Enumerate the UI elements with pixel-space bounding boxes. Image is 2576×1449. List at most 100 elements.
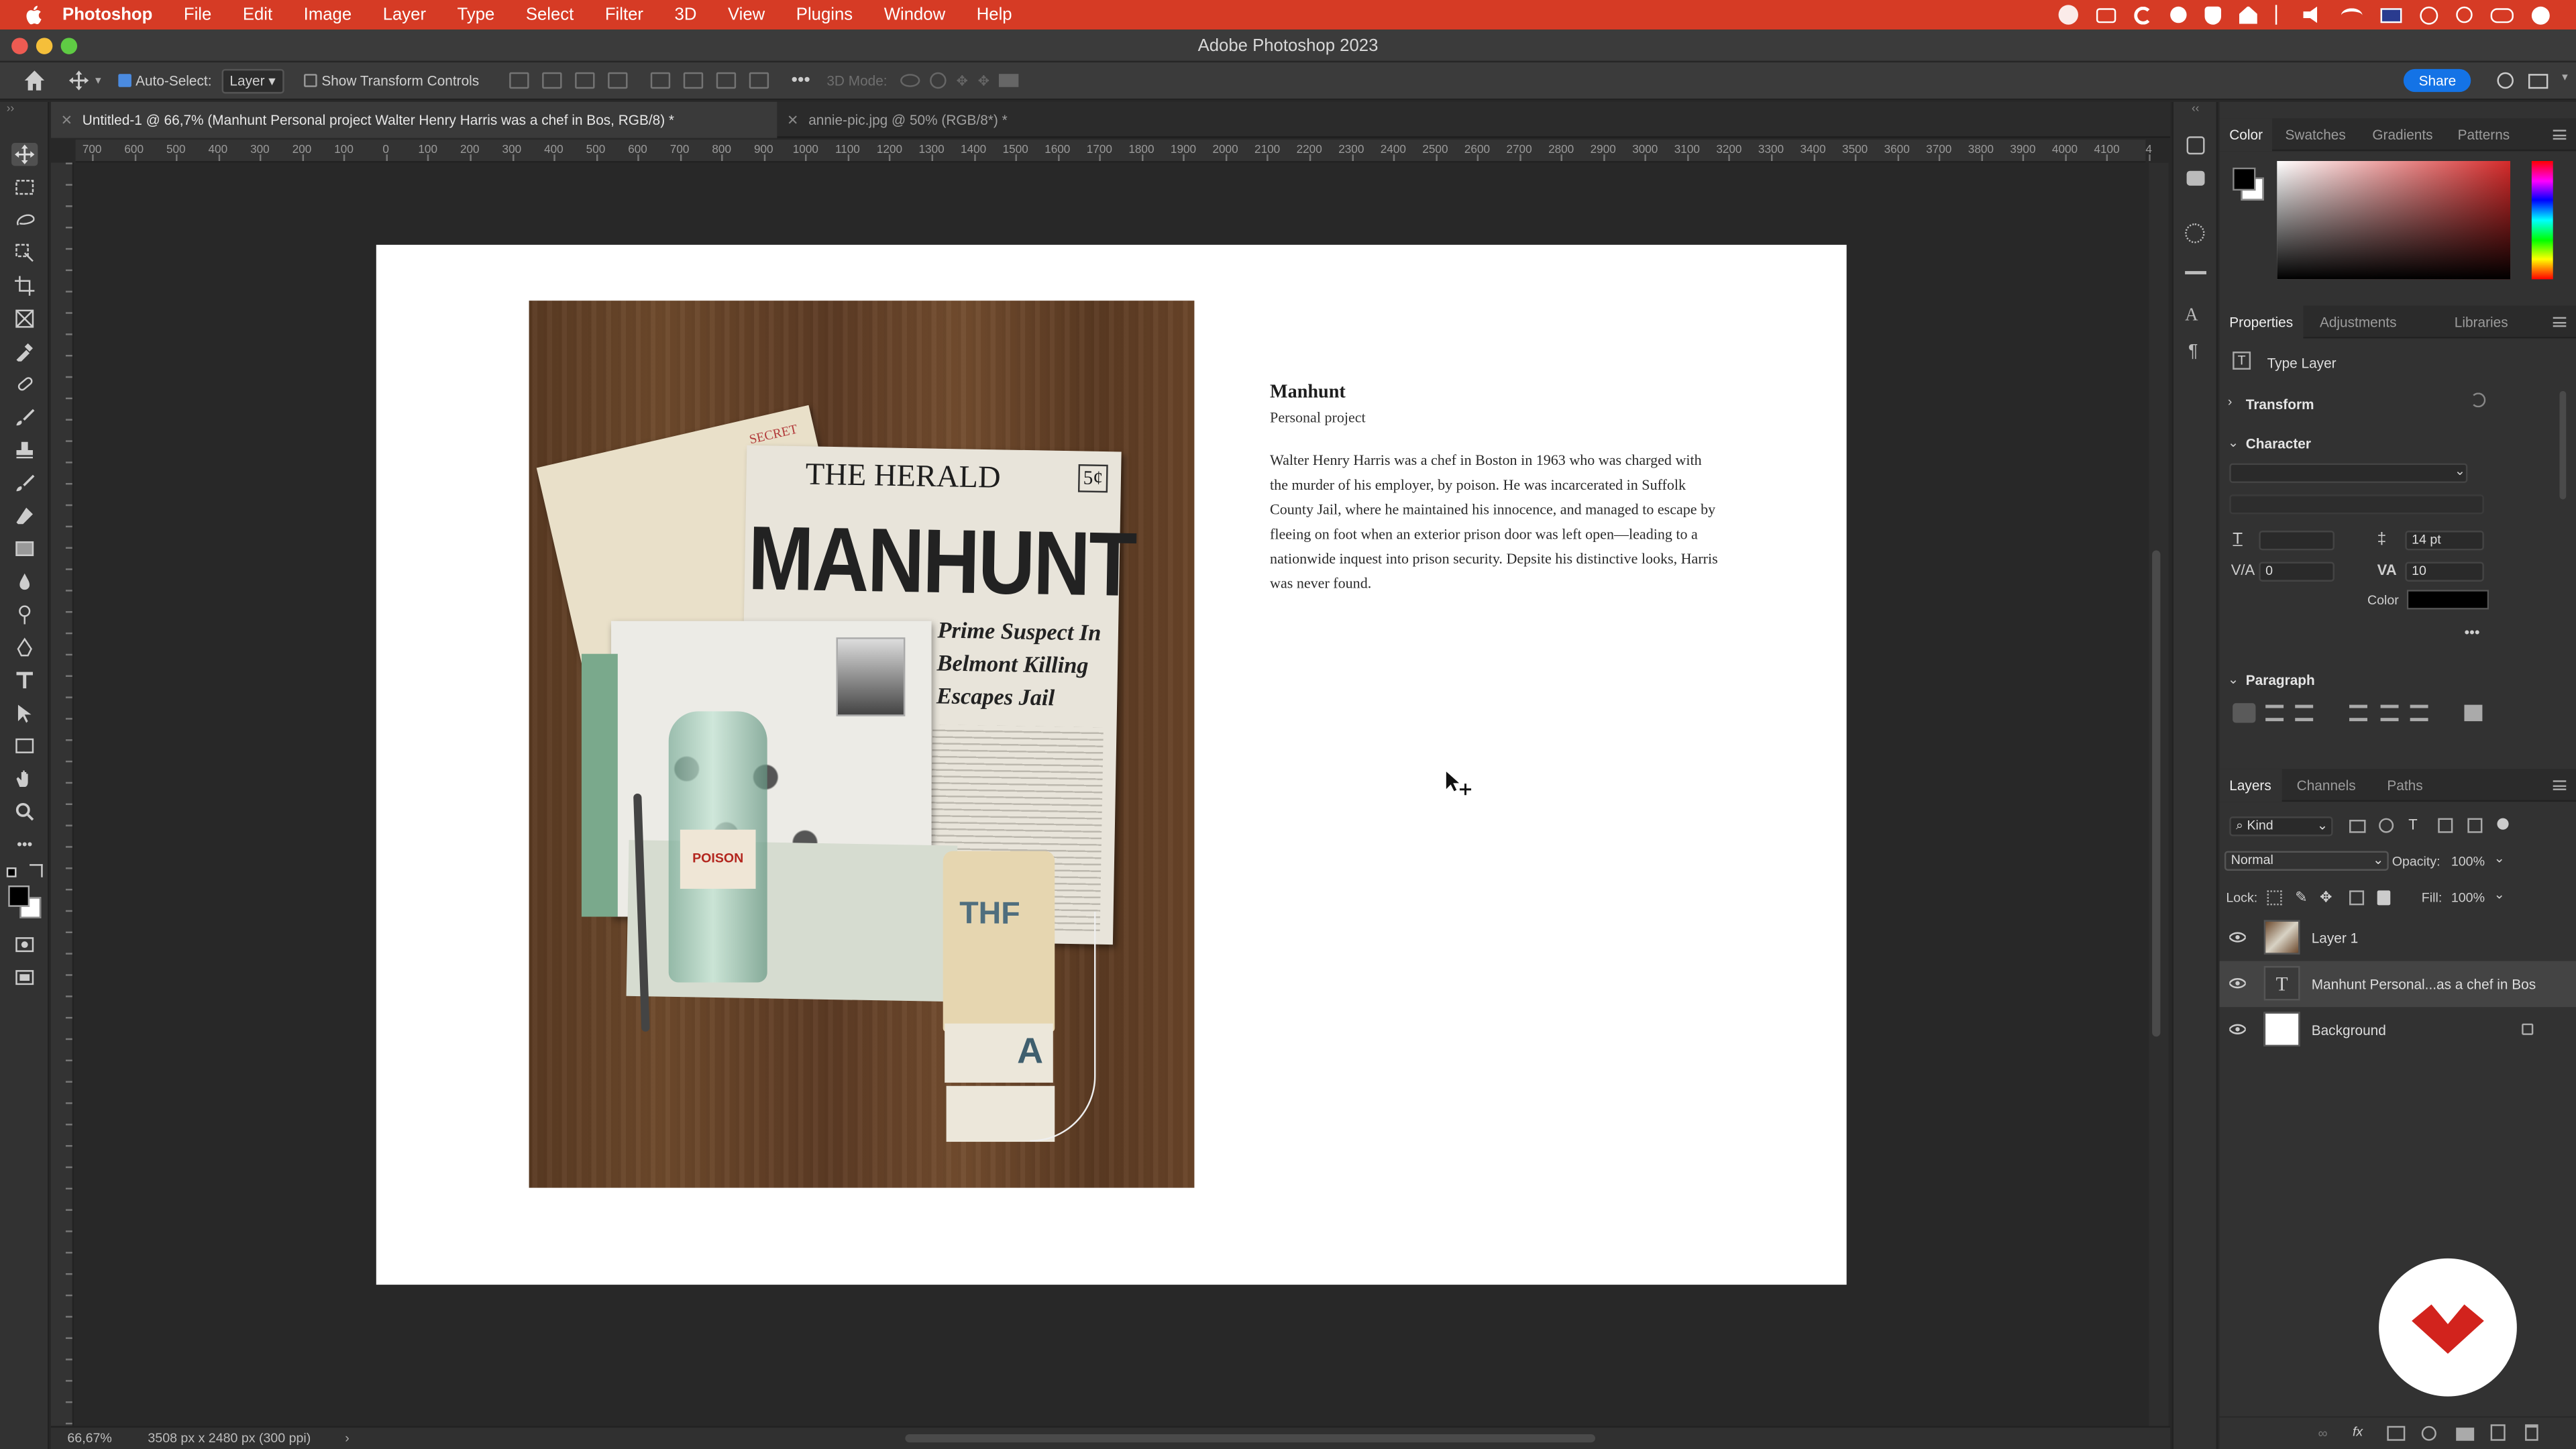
align-vertical-centers-icon[interactable] — [682, 72, 703, 89]
menu-help[interactable]: Help — [977, 5, 1012, 24]
filter-smart-object-icon[interactable] — [2467, 818, 2483, 833]
history-brush-tool-button[interactable] — [11, 472, 38, 494]
layer-filter-kind[interactable]: ⌕ Kind ⌄ — [2229, 816, 2333, 837]
justify-center-icon[interactable] — [2380, 704, 2399, 722]
layer-row-text[interactable]: T Manhunt Personal...as a chef in Bos — [2219, 961, 2576, 1008]
crop-tool-button[interactable] — [11, 274, 38, 297]
tool-preset-chevron-icon[interactable]: ▾ — [95, 74, 101, 87]
swap-colors-icon[interactable] — [30, 864, 43, 877]
type-tool-button[interactable] — [11, 669, 38, 692]
pen-tool-button[interactable] — [11, 636, 38, 659]
show-transform-checkbox[interactable] — [303, 74, 317, 87]
menu-photoshop[interactable]: Photoshop — [62, 5, 152, 24]
new-layer-icon[interactable] — [2490, 1424, 2506, 1441]
tracking-field[interactable]: 10 — [2405, 561, 2484, 582]
document-page[interactable]: SECRET THE HERALD 5¢ MANHUNT Prime Suspe… — [376, 244, 1847, 1285]
reset-transform-icon[interactable] — [2471, 392, 2486, 408]
brush-tool-button[interactable] — [11, 406, 38, 429]
transform-section[interactable]: Transform — [2246, 396, 2314, 412]
lock-all-icon[interactable] — [2377, 890, 2391, 906]
collapse-toolbar-icon[interactable]: ›› — [7, 103, 14, 115]
layer-style-icon[interactable]: fx — [2353, 1424, 2363, 1439]
eraser-tool-button[interactable] — [11, 504, 38, 527]
menu-layer[interactable]: Layer — [383, 5, 426, 24]
kerning-field[interactable]: 0 — [2259, 561, 2335, 582]
close-tab-icon[interactable]: ✕ — [61, 112, 72, 128]
frame-tool-button[interactable] — [11, 307, 38, 330]
workspace-chevron-icon[interactable]: ▾ — [2562, 70, 2568, 84]
history-panel-icon[interactable] — [2186, 136, 2205, 155]
tab-annie-pic[interactable]: ✕ annie-pic.jpg @ 50% (RGB/8*) * — [777, 102, 1056, 138]
siri-icon[interactable] — [2531, 5, 2550, 24]
tab-libraries[interactable]: Libraries — [2445, 306, 2518, 339]
maximize-window-icon[interactable] — [60, 38, 78, 54]
justify-all-icon[interactable] — [2464, 704, 2483, 722]
brush-settings-icon[interactable] — [2185, 261, 2206, 274]
marquee-tool-button[interactable] — [11, 176, 38, 199]
horizontal-scrollbar-thumb[interactable] — [905, 1434, 1595, 1443]
menu-image[interactable]: Image — [304, 5, 352, 24]
add-mask-icon[interactable] — [2387, 1426, 2406, 1441]
menu-window[interactable]: Window — [884, 5, 945, 24]
filter-type-icon[interactable]: T — [2408, 816, 2417, 833]
character-panel-icon[interactable]: A — [2185, 306, 2198, 325]
flag-icon[interactable] — [2380, 7, 2402, 23]
visibility-eye-icon[interactable] — [2229, 932, 2246, 943]
volume-icon[interactable] — [2303, 6, 2318, 23]
character-section[interactable]: Character — [2246, 435, 2311, 451]
zoom-tool-button[interactable] — [11, 800, 38, 823]
distribute-horizontal-icon[interactable] — [748, 72, 769, 89]
paragraph-chevron-icon[interactable]: ⌄ — [2228, 672, 2239, 687]
auto-select-dropdown[interactable]: Layer ▾ — [221, 68, 284, 93]
quick-mask-button[interactable] — [11, 933, 38, 956]
filter-shape-icon[interactable] — [2438, 818, 2453, 833]
close-window-icon[interactable] — [11, 38, 28, 54]
auto-select-checkbox[interactable] — [117, 74, 131, 87]
spotlight-icon[interactable] — [2456, 6, 2473, 23]
default-colors-icon[interactable] — [6, 867, 17, 877]
object-selection-tool-button[interactable] — [11, 241, 38, 264]
edit-toolbar-button[interactable]: ••• — [11, 833, 38, 856]
menu-type[interactable]: Type — [458, 5, 495, 24]
font-family-select[interactable] — [2229, 463, 2468, 484]
bluetooth-icon[interactable] — [2275, 5, 2286, 25]
status-chevron-icon[interactable]: › — [345, 1431, 350, 1446]
layer-row-background[interactable]: Background — [2220, 1007, 2576, 1053]
gear-badge-icon[interactable] — [2170, 6, 2187, 23]
hue-slider[interactable] — [2531, 161, 2553, 280]
adjustment-layer-icon[interactable] — [2421, 1426, 2436, 1441]
foreground-color-swatch[interactable] — [8, 885, 30, 907]
font-style-select[interactable] — [2229, 494, 2484, 515]
close-tab-icon[interactable]: ✕ — [787, 112, 798, 128]
lock-position-icon[interactable]: ✥ — [2320, 889, 2332, 907]
font-size-field[interactable] — [2259, 531, 2335, 551]
properties-menu-icon[interactable] — [2553, 317, 2567, 327]
leading-field[interactable]: 14 pt — [2405, 531, 2484, 551]
expand-panels-icon[interactable]: ‹‹ — [2192, 103, 2199, 115]
transform-chevron-icon[interactable]: › — [2228, 394, 2233, 409]
wifi-icon[interactable] — [2341, 7, 2363, 22]
lock-transparent-icon[interactable] — [2267, 890, 2282, 906]
hand-tool-button[interactable] — [11, 767, 38, 790]
menu-edit[interactable]: Edit — [243, 5, 272, 24]
healing-tool-button[interactable] — [11, 373, 38, 396]
lasso-tool-button[interactable] — [11, 209, 38, 231]
tab-adjustments[interactable]: Adjustments — [2310, 306, 2406, 339]
blur-tool-button[interactable] — [11, 570, 38, 593]
user-icon[interactable] — [2420, 5, 2438, 24]
home-icon[interactable] — [23, 69, 46, 92]
adjust-panel-icon[interactable] — [2185, 223, 2205, 244]
tab-properties[interactable]: Properties — [2219, 305, 2303, 339]
comments-panel-icon[interactable] — [2186, 170, 2205, 186]
eyedropper-tool-button[interactable] — [11, 340, 38, 363]
creative-cloud-icon[interactable] — [2058, 5, 2078, 25]
paragraph-panel-icon[interactable]: ¶ — [2188, 341, 2198, 361]
search-icon[interactable] — [2497, 72, 2514, 89]
tab-channels[interactable]: Channels — [2287, 769, 2365, 802]
color-picker-field[interactable] — [2277, 161, 2511, 280]
path-selection-tool-button[interactable] — [11, 702, 38, 724]
justify-right-icon[interactable] — [2410, 704, 2428, 722]
layer-row-layer-1[interactable]: Layer 1 — [2220, 915, 2576, 961]
align-center-text-icon[interactable] — [2265, 704, 2284, 722]
move-tool-button[interactable] — [11, 143, 38, 166]
